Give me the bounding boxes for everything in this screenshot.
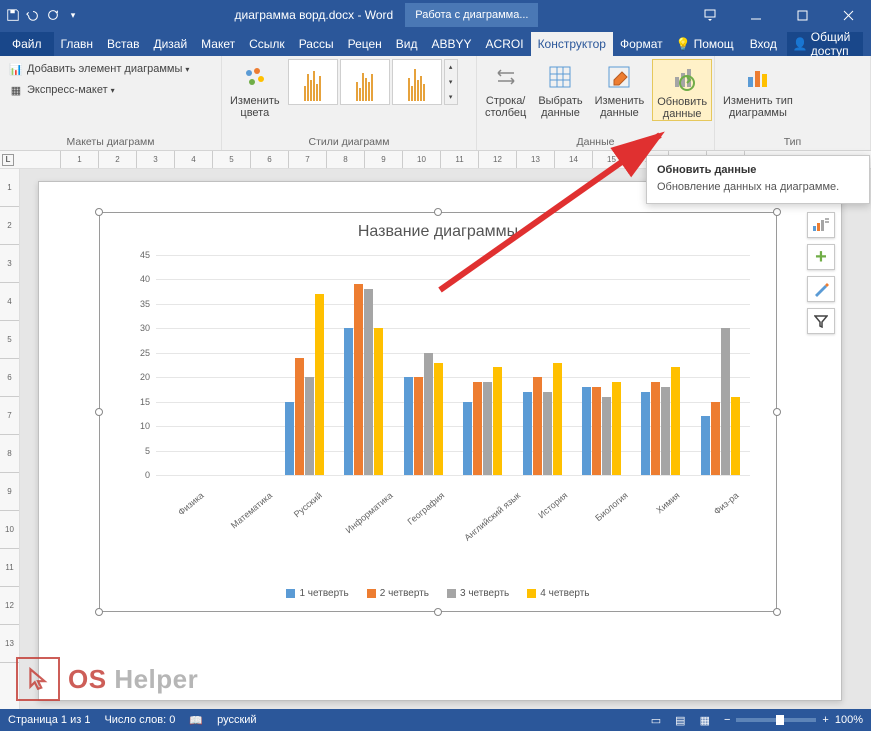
group-type: Тип (719, 135, 866, 149)
resize-handle[interactable] (773, 208, 781, 216)
grid-icon (544, 61, 576, 93)
change-colors-button[interactable]: Изменить цвета (226, 59, 284, 119)
qat-more-icon[interactable]: ▾ (66, 8, 80, 22)
refresh-icon (666, 62, 698, 94)
tab-constructor[interactable]: Конструктор (531, 32, 613, 56)
ribbon-options-icon[interactable] (687, 0, 733, 30)
chart-filter-button[interactable] (807, 308, 835, 334)
chart-title[interactable]: Название диаграммы (100, 213, 776, 245)
zoom-in-button[interactable]: + (822, 714, 828, 726)
read-mode-icon[interactable]: ▭ (651, 714, 661, 727)
save-icon[interactable] (6, 8, 20, 22)
repeat-icon[interactable] (46, 8, 60, 22)
undo-icon[interactable] (26, 8, 40, 22)
tab-design[interactable]: Дизай (146, 32, 194, 56)
styles-gallery-more[interactable]: ▴▾▾ (444, 59, 458, 105)
resize-handle[interactable] (773, 608, 781, 616)
resize-handle[interactable] (434, 208, 442, 216)
group-chart-styles: Стили диаграмм (226, 135, 472, 149)
print-layout-icon[interactable]: ▤ (675, 714, 685, 727)
resize-handle[interactable] (95, 408, 103, 416)
resize-handle[interactable] (95, 208, 103, 216)
refresh-data-button[interactable]: Обновить данные (652, 59, 712, 121)
edit-data-button[interactable]: Изменить данные (591, 59, 649, 119)
tab-home[interactable]: Главн (54, 32, 101, 56)
tab-layout[interactable]: Макет (194, 32, 242, 56)
chart-tools-context: Работа с диаграмма... (405, 3, 538, 27)
zoom-out-button[interactable]: − (724, 714, 730, 726)
share-button[interactable]: 👤Общий доступ (787, 32, 863, 56)
chart-style-1[interactable] (288, 59, 338, 105)
tab-view[interactable]: Вид (389, 32, 425, 56)
document-page: Название диаграммы 051015202530354045 Фи… (38, 181, 842, 701)
add-chart-element-button[interactable]: 📊Добавить элемент диаграммы▾ (4, 59, 193, 79)
group-data: Данные (481, 135, 710, 149)
window-title: диаграмма ворд.docx - Word (235, 8, 394, 22)
tab-insert[interactable]: Встав (100, 32, 146, 56)
palette-icon (239, 61, 271, 93)
tab-references[interactable]: Ссылк (242, 32, 292, 56)
resize-handle[interactable] (773, 408, 781, 416)
sign-in[interactable]: Вход (744, 32, 783, 56)
switch-row-column-button[interactable]: Строка/ столбец (481, 59, 530, 119)
watermark: OS Helper (16, 657, 198, 701)
resize-handle[interactable] (95, 608, 103, 616)
chart-filters-button[interactable] (807, 276, 835, 302)
edit-icon (603, 61, 635, 93)
zoom-level[interactable]: 100% (835, 714, 863, 726)
tab-format[interactable]: Формат (613, 32, 670, 56)
close-button[interactable] (825, 0, 871, 30)
select-data-button[interactable]: Выбрать данные (534, 59, 586, 119)
tab-mailings[interactable]: Рассы (292, 32, 341, 56)
chart-type-icon (742, 61, 774, 93)
change-chart-type-button[interactable]: Изменить тип диаграммы (719, 59, 797, 119)
resize-handle[interactable] (434, 608, 442, 616)
cursor-icon (16, 657, 60, 701)
chart-style-2[interactable] (340, 59, 390, 105)
status-word-count[interactable]: Число слов: 0 (104, 714, 175, 726)
tab-selector[interactable]: L (2, 154, 14, 166)
tab-abbyy[interactable]: ABBYY (425, 32, 479, 56)
tooltip-title: Обновить данные (657, 164, 859, 176)
chart-styles-button[interactable]: + (807, 244, 835, 270)
spellcheck-icon[interactable]: 📖 (189, 714, 203, 727)
status-page[interactable]: Страница 1 из 1 (8, 714, 90, 726)
web-layout-icon[interactable]: ▦ (700, 714, 710, 727)
tab-review[interactable]: Рецен (341, 32, 389, 56)
bulb-icon: 💡 (676, 37, 691, 51)
minimize-button[interactable] (733, 0, 779, 30)
layout-icon: ▦ (8, 82, 24, 98)
maximize-button[interactable] (779, 0, 825, 30)
tab-acrobat[interactable]: ACROI (479, 32, 531, 56)
chart-style-3[interactable] (392, 59, 442, 105)
tooltip: Обновить данные Обновление данных на диа… (646, 155, 870, 204)
zoom-slider[interactable] (736, 718, 816, 722)
person-icon: 👤 (793, 37, 808, 51)
chart-element-icon: 📊 (8, 61, 24, 77)
tell-me[interactable]: 💡Помощ (670, 32, 740, 56)
group-chart-layouts: Макеты диаграмм (4, 135, 217, 149)
chart-elements-button[interactable] (807, 212, 835, 238)
tab-file[interactable]: Файл (0, 32, 54, 56)
switch-icon (490, 61, 522, 93)
quick-layout-button[interactable]: ▦Экспресс-макет▾ (4, 80, 193, 100)
chart-object[interactable]: Название диаграммы 051015202530354045 Фи… (99, 212, 777, 612)
status-language[interactable]: русский (217, 714, 256, 726)
tooltip-description: Обновление данных на диаграмме. (657, 180, 859, 195)
